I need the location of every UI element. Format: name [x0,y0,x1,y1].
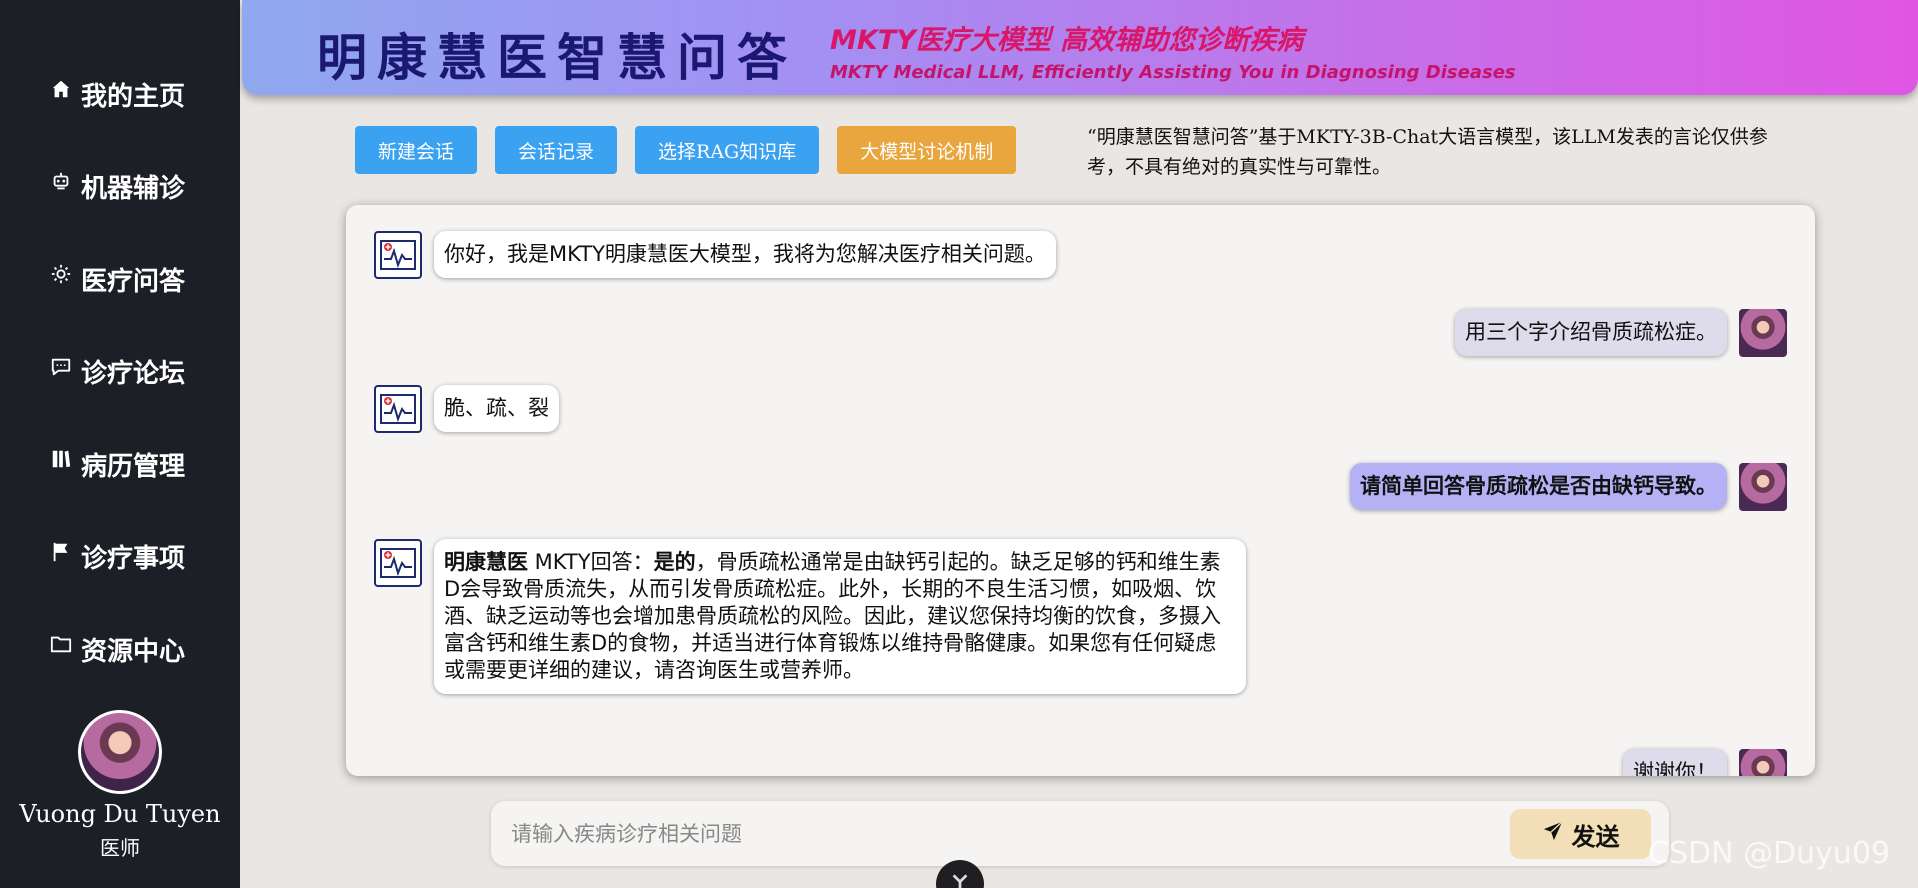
header-banner: 明康慧医智慧问答 MKTY医疗大模型 高效辅助您诊断疾病 MKTY Medica… [242,0,1918,95]
sidebar-item-label: 病历管理 [81,451,186,482]
message-bubble: 请简单回答骨质疏松是否由缺钙导致。 [1350,463,1727,510]
user-avatar [1739,749,1787,776]
sidebar-item-label: 诊疗论坛 [81,359,186,390]
answer-keyword: 是的 [653,550,696,574]
chat-message-user: 谢谢你！ [1623,749,1787,776]
sidebar-item-label: 资源中心 [81,636,186,667]
sidebar-item-home[interactable]: 我的主页 [0,48,240,141]
answer-prefix: MKTY回答： [528,550,654,574]
watermark: CSDN @Duyu09 [1648,836,1891,871]
folder-icon [49,632,73,656]
select-rag-button[interactable]: 选择RAG知识库 [635,126,820,174]
message-bubble: 脆、疏、裂 [434,385,559,432]
chat-panel[interactable]: 你好，我是MKTY明康慧医大模型，我将为您解决医疗相关问题。 用三个字介绍骨质疏… [346,205,1815,776]
sidebar-item-label: 诊疗事项 [81,544,186,575]
chat-message-bot: 你好，我是MKTY明康慧医大模型，我将为您解决医疗相关问题。 [374,231,1056,279]
user-avatar [1739,309,1787,357]
message-bubble: 用三个字介绍骨质疏松症。 [1455,309,1727,356]
message-input-bar: 发送 [491,801,1669,866]
sidebar-item-label: 我的主页 [81,81,186,112]
book-icon [49,447,73,471]
user-profile[interactable]: Vuong Du Tuyen 医师 [0,710,240,861]
subtitle-cn: MKTY医疗大模型 高效辅助您诊断疾病 [830,25,1304,56]
message-bubble: 明康慧医 MKTY回答：是的，骨质疏松通常是由缺钙引起的。缺乏足够的钙和维生素D… [434,539,1246,694]
bot-avatar-icon [374,231,422,279]
chat-message-bot: 脆、疏、裂 [374,385,559,433]
send-label: 发送 [1571,822,1620,851]
sidebar: 我的主页 机器辅诊 医疗问答 诊疗论坛 病历管理 诊疗事项 资源中心 Vuong… [0,0,240,888]
chat-message-user: 请简单回答骨质疏松是否由缺钙导致。 [1350,463,1787,511]
home-icon [49,77,73,101]
user-avatar [1739,463,1787,511]
bulb-icon [49,262,73,286]
user-role: 医师 [100,836,140,860]
send-icon [1542,820,1564,848]
sidebar-item-matters[interactable]: 诊疗事项 [0,511,240,604]
llm-discussion-button[interactable]: 大模型讨论机制 [837,126,1017,174]
avatar[interactable] [78,710,162,794]
new-chat-button[interactable]: 新建会话 [355,126,478,174]
sidebar-item-label: 医疗问答 [81,266,186,297]
send-button[interactable]: 发送 [1510,809,1651,859]
chat-message-user: 用三个字介绍骨质疏松症。 [1455,309,1787,357]
robot-icon [49,170,73,194]
sidebar-item-label: 机器辅诊 [81,174,186,205]
toolbar: 新建会话 会话记录 选择RAG知识库 大模型讨论机制 [355,126,1017,174]
chat-icon [49,355,73,379]
sidebar-nav: 我的主页 机器辅诊 医疗问答 诊疗论坛 病历管理 诊疗事项 资源中心 [0,48,240,696]
sidebar-item-forum[interactable]: 诊疗论坛 [0,326,240,419]
app-window: 我的主页 机器辅诊 医疗问答 诊疗论坛 病历管理 诊疗事项 资源中心 Vuong… [0,0,1918,888]
sidebar-item-records[interactable]: 病历管理 [0,418,240,511]
page-title: 明康慧医智慧问答 [317,28,797,87]
message-input[interactable] [509,811,1469,856]
flag-icon [49,540,73,564]
user-name: Vuong Du Tuyen [19,800,221,828]
message-bubble: 你好，我是MKTY明康慧医大模型，我将为您解决医疗相关问题。 [434,231,1056,278]
chat-history-button[interactable]: 会话记录 [495,126,618,174]
sidebar-item-machine-diagnosis[interactable]: 机器辅诊 [0,141,240,234]
sidebar-item-resources[interactable]: 资源中心 [0,603,240,696]
chevron-down-icon [949,868,971,888]
disclaimer-text: “明康慧医智慧问答”基于MKTY-3B-Chat大语言模型，该LLM发表的言论仅… [1087,126,1768,178]
bot-avatar-icon [374,385,422,433]
sidebar-item-medical-qa[interactable]: 医疗问答 [0,233,240,326]
chat-message-bot: 明康慧医 MKTY回答：是的，骨质疏松通常是由缺钙引起的。缺乏足够的钙和维生素D… [374,539,1246,694]
subtitle-en: MKTY Medical LLM, Efficiently Assisting … [830,62,1516,83]
message-bubble: 谢谢你！ [1623,749,1727,776]
bot-avatar-icon [374,539,422,587]
answer-prefix-bold: 明康慧医 [444,550,528,574]
